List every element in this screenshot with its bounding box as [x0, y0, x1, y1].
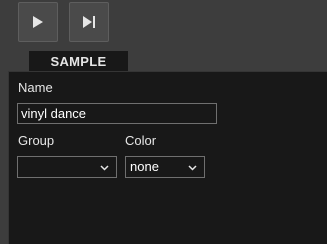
group-label: Group [18, 133, 55, 148]
group-select[interactable] [17, 156, 117, 178]
tab-sample[interactable]: SAMPLE [29, 51, 128, 72]
name-field[interactable] [17, 103, 217, 124]
name-label: Name [18, 80, 53, 95]
skip-next-icon [83, 16, 95, 28]
chevron-down-icon [100, 165, 109, 171]
skip-next-button[interactable] [69, 2, 109, 42]
chevron-down-icon [188, 165, 197, 171]
color-select[interactable]: none [125, 156, 205, 178]
play-button[interactable] [18, 2, 58, 42]
play-icon [33, 16, 43, 28]
color-select-value: none [130, 159, 159, 174]
color-label: Color [125, 133, 157, 148]
